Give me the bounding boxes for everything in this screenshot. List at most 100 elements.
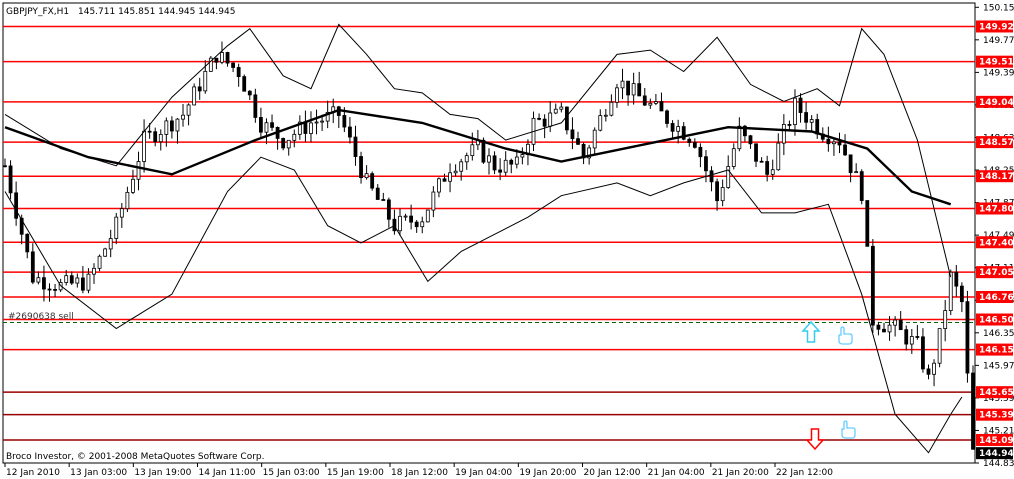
order-label: #2690638 sell (8, 312, 74, 322)
candle-body (620, 80, 625, 89)
candle-body (125, 191, 130, 210)
candle-body (809, 119, 814, 123)
candle-body (264, 122, 269, 133)
candle-body (14, 192, 19, 219)
candle-body (203, 70, 208, 92)
candle-body (75, 277, 80, 284)
candle-body (30, 251, 35, 283)
candle-body (943, 310, 948, 329)
candle-body (370, 173, 375, 189)
chart-window[interactable]: 150.150149.770149.390149.010148.630148.2… (0, 0, 1014, 479)
candle-body (131, 178, 135, 193)
y-tick-label: 149.770 (983, 36, 1014, 46)
y-tick-label: 150.150 (983, 3, 1014, 13)
candle-body (731, 148, 736, 167)
candle-body (437, 178, 441, 193)
candle-body (948, 271, 953, 311)
candle-body (692, 142, 697, 148)
candle-body (192, 86, 197, 106)
candle-body (737, 125, 742, 150)
candle-body (937, 328, 942, 364)
candle-body (542, 118, 547, 127)
x-tick-label: 15 Jan 19:00 (327, 468, 384, 478)
candle-body (781, 124, 786, 144)
candle-body (136, 161, 141, 180)
candle-body (92, 267, 96, 275)
candle-body (214, 57, 219, 63)
x-tick-label: 22 Jan 12:00 (776, 468, 833, 478)
candle-body (487, 155, 491, 163)
x-tick-label: 19 Jan 20:00 (519, 468, 576, 478)
candle-body (870, 245, 875, 326)
candle-body (770, 169, 775, 175)
level-tag-label: 149.046 (979, 98, 1014, 108)
candle-body (798, 97, 803, 113)
candle-body (448, 172, 452, 182)
chart-title: GBPJPY_FX,H1 (6, 7, 69, 17)
candle-body (698, 146, 703, 158)
candle-body (420, 221, 425, 228)
candle-body (653, 101, 658, 104)
candle-body (231, 62, 235, 68)
level-tag-label: 146.768 (979, 293, 1014, 303)
candle-body (453, 170, 458, 174)
candle-body (353, 136, 358, 157)
candle-body (503, 159, 508, 173)
level-tag-label: 145.657 (979, 388, 1014, 398)
candle-body (637, 83, 642, 97)
candle-body (787, 124, 792, 126)
y-tick-label: 149.390 (983, 68, 1014, 78)
candle-body (926, 368, 931, 375)
candle-body (314, 121, 319, 124)
ohlc-quote: 145.711 145.851 144.945 144.945 (78, 7, 235, 17)
time-axis: 12 Jan 2010 13 Jan 03:00 13 Jan 19:00 14 Ja… (4, 463, 833, 478)
candle-body (42, 277, 46, 290)
candle-body (348, 126, 352, 138)
candle-body (882, 328, 886, 333)
x-tick-label: 13 Jan 19:00 (134, 468, 191, 478)
candle-body (492, 155, 497, 171)
candle-body (164, 120, 169, 135)
candle-body (576, 138, 580, 145)
candle-body (932, 362, 936, 375)
candle-body (3, 165, 7, 168)
candle-body (259, 117, 263, 133)
level-tag-label: 146.505 (979, 316, 1014, 326)
candle-body (598, 115, 603, 131)
candle-body (247, 90, 252, 96)
candle-body (442, 178, 447, 182)
price-axis: 150.150149.770149.390149.010148.630148.2… (975, 3, 1014, 469)
candle-body (181, 114, 185, 120)
candle-body (826, 138, 831, 145)
candle-body (854, 171, 859, 174)
candle-body (631, 83, 636, 96)
level-tag-label: 147.407 (979, 238, 1014, 248)
candle-body (270, 122, 274, 128)
candle-body (414, 221, 419, 228)
current-price-label: 144.945 (979, 449, 1014, 459)
candle-body (86, 273, 91, 291)
candle-body (748, 135, 753, 145)
candle-body (971, 372, 975, 450)
candle-body (509, 159, 514, 165)
level-tag-label: 148.178 (979, 172, 1014, 182)
candle-body (904, 329, 909, 345)
level-tag-label: 145.394 (979, 411, 1014, 421)
candle-body (320, 120, 325, 123)
candle-body (364, 173, 369, 179)
candle-body (147, 130, 152, 133)
candle-body (843, 144, 847, 156)
candle-body (959, 285, 964, 303)
candle-body (754, 143, 758, 162)
candle-body (898, 319, 903, 331)
candle-body (108, 238, 113, 250)
candle-body (676, 126, 681, 132)
candle-body (609, 101, 614, 116)
candle-body (909, 336, 914, 345)
x-tick-label: 18 Jan 12:00 (391, 468, 448, 478)
x-tick-label: 12 Jan 2010 (6, 468, 60, 478)
candle-body (514, 156, 519, 165)
candle-body (720, 187, 725, 202)
candle-body (186, 104, 191, 116)
candle-body (403, 215, 408, 218)
